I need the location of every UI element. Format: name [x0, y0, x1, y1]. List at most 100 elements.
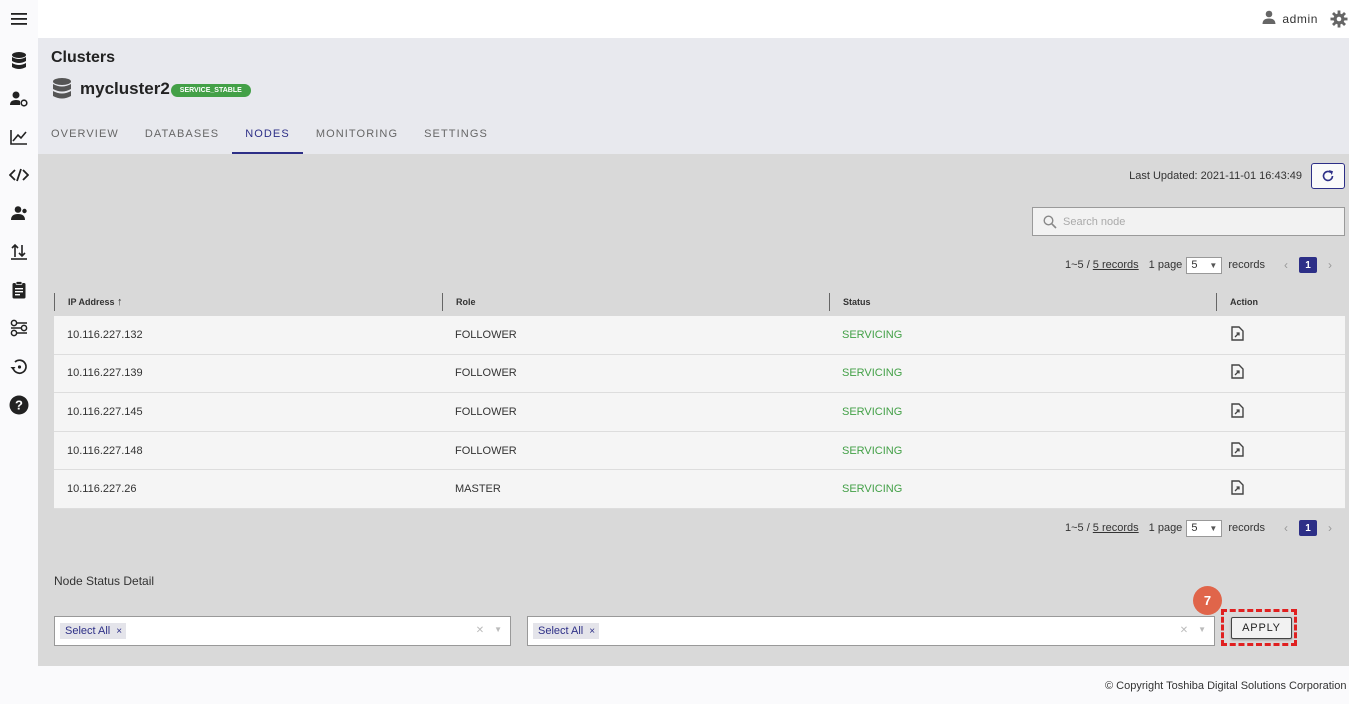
role-cell: FOLLOWER [455, 444, 517, 457]
last-updated-text: Last Updated: 2021-11-01 16:43:49 [1129, 170, 1302, 182]
cluster-row: mycluster2 SERVICE_STABLE [52, 78, 251, 100]
page-size-select[interactable]: 5 ▼ [1186, 256, 1223, 274]
search-box [1032, 207, 1345, 236]
role-cell: FOLLOWER [455, 367, 517, 380]
select-all-chip: Select All × [533, 623, 600, 639]
settings-sliders-icon[interactable] [9, 318, 29, 338]
remove-chip-icon[interactable]: × [116, 626, 122, 637]
tab-bar: OVERVIEW DATABASES NODES MONITORING SETT… [38, 118, 501, 154]
select-controls: ✕ ▼ [476, 625, 502, 636]
current-page-button[interactable]: 1 [1299, 520, 1317, 536]
table-row: 10.116.227.145 FOLLOWER SERVICING [54, 393, 1345, 432]
status-cell: SERVICING [842, 483, 903, 496]
prev-page-icon[interactable]: ‹ [1279, 521, 1293, 535]
sidebar: ? [0, 0, 38, 704]
remove-chip-icon[interactable]: × [589, 626, 595, 637]
prev-page-icon[interactable]: ‹ [1279, 258, 1293, 272]
step-marker: 7 [1193, 586, 1222, 615]
tab-settings[interactable]: SETTINGS [411, 118, 501, 154]
tab-databases[interactable]: DATABASES [132, 118, 232, 154]
metric-filter-select[interactable]: Select All × ✕ ▼ [527, 616, 1215, 646]
file-export-icon[interactable] [1231, 480, 1244, 495]
chip-label: Select All [538, 625, 584, 637]
node-status-detail-title: Node Status Detail [54, 574, 155, 588]
role-cell: MASTER [455, 483, 501, 496]
tab-monitoring[interactable]: MONITORING [303, 118, 411, 154]
chip-label: Select All [65, 625, 111, 637]
user-area: admin [1262, 0, 1349, 38]
role-cell: FOLLOWER [455, 405, 517, 418]
status-cell: SERVICING [842, 328, 903, 341]
node-filter-select[interactable]: Select All × ✕ ▼ [54, 616, 511, 646]
ip-cell: 10.116.227.132 [67, 328, 143, 341]
user-icon[interactable] [1262, 10, 1276, 29]
current-page-button[interactable]: 1 [1299, 257, 1317, 273]
table-row: 10.116.227.132 FOLLOWER SERVICING [54, 316, 1345, 355]
chevron-down-icon: ▼ [1209, 523, 1218, 533]
table-row: 10.116.227.148 FOLLOWER SERVICING [54, 431, 1345, 471]
clear-icon[interactable]: ✕ [1180, 625, 1188, 636]
ip-cell: 10.116.227.139 [67, 367, 143, 380]
search-icon [1043, 214, 1057, 229]
status-cell: SERVICING [842, 405, 903, 418]
records-link[interactable]: 5 records [1093, 259, 1139, 271]
database-icon[interactable] [9, 51, 29, 71]
users-icon[interactable] [9, 203, 29, 223]
file-export-icon[interactable] [1231, 364, 1244, 380]
code-icon[interactable] [9, 165, 29, 185]
page-label: 1 page [1148, 522, 1183, 534]
status-cell: SERVICING [842, 444, 903, 457]
file-export-icon[interactable] [1231, 403, 1244, 418]
ip-cell: 10.116.227.145 [67, 405, 143, 418]
help-icon[interactable]: ? [9, 395, 29, 415]
clear-icon[interactable]: ✕ [476, 625, 484, 636]
chevron-down-icon: ▼ [1209, 260, 1218, 270]
column-role[interactable]: Role [442, 293, 829, 311]
menu-icon[interactable] [0, 0, 38, 38]
search-input[interactable] [1063, 215, 1323, 228]
column-action: Action [1216, 293, 1345, 311]
user-name[interactable]: admin [1282, 12, 1318, 26]
pagination-top: 1~5 / 5 records 1 page 5 ▼ records ‹ 1 › [1065, 256, 1337, 274]
pagination-range: 1~5 / [1065, 522, 1090, 534]
user-settings-icon[interactable] [9, 89, 29, 109]
table-header: IP Address ↑ Role Status Action [54, 288, 1345, 316]
sort-arrow-icon: ↑ [117, 296, 123, 308]
table-row: 10.116.227.26 MASTER SERVICING [54, 470, 1345, 509]
select-all-chip: Select All × [60, 623, 127, 639]
page-size-value: 5 [1191, 522, 1198, 534]
column-status[interactable]: Status [829, 293, 1216, 311]
cluster-status-badge: SERVICE_STABLE [170, 83, 251, 97]
chevron-down-icon[interactable]: ▼ [1198, 625, 1206, 636]
chevron-down-icon[interactable]: ▼ [494, 625, 502, 636]
tab-overview[interactable]: OVERVIEW [38, 118, 132, 154]
apply-button[interactable]: APPLY [1231, 617, 1292, 639]
refresh-icon [1321, 169, 1335, 183]
next-page-icon[interactable]: › [1323, 258, 1337, 272]
page-size-value: 5 [1191, 259, 1198, 271]
status-cell: SERVICING [842, 367, 903, 380]
records-label: records [1228, 259, 1265, 271]
column-ip-address[interactable]: IP Address ↑ [54, 293, 442, 311]
topbar: admin [38, 0, 1349, 38]
file-export-icon[interactable] [1231, 441, 1244, 457]
clipboard-icon[interactable] [9, 280, 29, 300]
records-link[interactable]: 5 records [1093, 522, 1139, 534]
page-label: 1 page [1148, 259, 1183, 271]
role-cell: FOLLOWER [455, 328, 517, 341]
ip-cell: 10.116.227.148 [67, 444, 143, 457]
nodes-panel: Last Updated: 2021-11-01 16:43:49 1~5 / … [38, 154, 1349, 666]
next-page-icon[interactable]: › [1323, 521, 1337, 535]
records-label: records [1228, 522, 1265, 534]
refresh-button[interactable] [1311, 163, 1345, 189]
tab-nodes[interactable]: NODES [232, 118, 303, 154]
import-export-icon[interactable] [9, 241, 29, 261]
footer: © Copyright Toshiba Digital Solutions Co… [38, 666, 1349, 704]
restore-icon[interactable] [9, 357, 29, 377]
file-export-icon[interactable] [1231, 326, 1244, 341]
chart-icon[interactable] [9, 127, 29, 147]
page-size-select[interactable]: 5 ▼ [1186, 519, 1223, 537]
pagination-range: 1~5 / [1065, 259, 1090, 271]
gear-icon[interactable] [1330, 10, 1348, 28]
copyright-text: © Copyright Toshiba Digital Solutions Co… [1105, 680, 1347, 692]
